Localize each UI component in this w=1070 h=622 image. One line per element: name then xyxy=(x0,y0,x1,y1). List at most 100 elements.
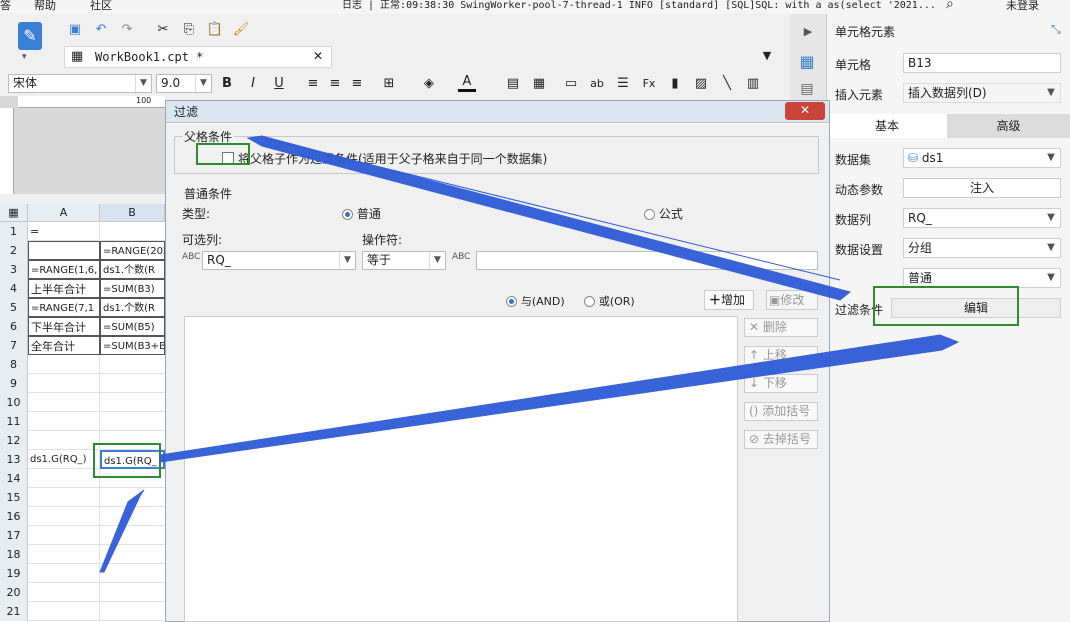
row-number[interactable]: 16 xyxy=(0,507,28,526)
italic-button[interactable]: I xyxy=(244,74,262,92)
border-icon[interactable]: ⊞ xyxy=(380,74,398,92)
remove-paren-button[interactable]: ⊘ 去掉括号 xyxy=(744,430,818,449)
cell-a[interactable] xyxy=(28,583,100,602)
row-number[interactable]: 15 xyxy=(0,488,28,507)
column-type-icon[interactable]: ABC xyxy=(182,252,200,262)
inject-button[interactable]: 注入 xyxy=(903,178,1061,198)
cell-a[interactable]: 全年合计 xyxy=(28,336,100,355)
setting-mode-select[interactable]: 普通 ▼ xyxy=(903,268,1061,288)
cell-b[interactable] xyxy=(100,393,165,412)
cell-a[interactable] xyxy=(28,564,100,583)
cell-b[interactable] xyxy=(100,374,165,393)
format-brush-icon[interactable]: 🖌 xyxy=(232,20,250,38)
cell-a[interactable] xyxy=(28,241,100,260)
delete-button[interactable]: ✕ 删除 xyxy=(744,318,818,337)
cell-a[interactable]: ds1.G(RQ_) xyxy=(28,450,100,469)
text-field-icon[interactable]: ▭ xyxy=(562,74,580,92)
align-right-icon[interactable]: ≡ xyxy=(348,74,366,92)
close-icon[interactable]: ✕ xyxy=(313,49,323,63)
dropdown-arrow-icon[interactable]: ▾ xyxy=(22,52,27,62)
menu-item[interactable]: 答 xyxy=(0,0,11,12)
column-header-b[interactable]: B xyxy=(100,204,165,222)
cell-b[interactable] xyxy=(100,355,165,374)
cell-a[interactable] xyxy=(28,526,100,545)
menu-help[interactable]: 帮助 xyxy=(34,0,56,12)
cell-b[interactable] xyxy=(100,222,165,241)
close-button[interactable]: ✕ xyxy=(785,102,825,120)
row-number[interactable]: 21 xyxy=(0,602,28,621)
row-number[interactable]: 4 xyxy=(0,279,28,298)
cell-a[interactable]: 下半年合计 xyxy=(28,317,100,336)
move-up-button[interactable]: ↑ 上移 xyxy=(744,346,818,365)
value-type-icon[interactable]: ABC xyxy=(452,252,470,262)
paragraph-icon[interactable]: ☰ xyxy=(614,74,632,92)
cell-b[interactable] xyxy=(100,507,165,526)
row-number[interactable]: 9 xyxy=(0,374,28,393)
add-paren-button[interactable]: () 添加括号 xyxy=(744,402,818,421)
corner-cell[interactable]: ▦ xyxy=(0,204,28,222)
dataset-select[interactable]: ⛁ ds1 ▼ xyxy=(903,148,1061,168)
template-icon[interactable]: ✎ xyxy=(18,22,42,50)
cell-b[interactable] xyxy=(100,545,165,564)
font-family-select[interactable]: 宋体 ▼ xyxy=(8,74,152,93)
cell-a[interactable] xyxy=(28,488,100,507)
bold-button[interactable]: B xyxy=(218,74,236,92)
spreadsheet-grid[interactable]: ▦ A B 1 = 2 =RANGE(202 3 =RANGE(1,6, ds1.个数(R 4… xyxy=(0,204,165,622)
cell-a[interactable] xyxy=(28,545,100,564)
sub-report-icon[interactable]: ▥ xyxy=(744,74,762,92)
row-number[interactable]: 17 xyxy=(0,526,28,545)
cell-b[interactable]: =RANGE(202 xyxy=(100,241,165,260)
type-formula-radio[interactable]: 公式 xyxy=(644,205,683,222)
data-column-select[interactable]: RQ_ ▼ xyxy=(903,208,1061,228)
cell-field[interactable]: B13 xyxy=(903,53,1061,73)
cell-a[interactable] xyxy=(28,393,100,412)
row-number[interactable]: 18 xyxy=(0,545,28,564)
tab-menu-icon[interactable]: ▼ xyxy=(758,46,776,64)
formula-icon[interactable]: Fx xyxy=(640,74,658,92)
or-radio[interactable]: 或(OR) xyxy=(584,293,635,309)
underline-button[interactable]: U xyxy=(270,74,288,92)
add-button[interactable]: ＋增加 xyxy=(704,290,754,310)
align-left-icon[interactable]: ≡ xyxy=(304,74,322,92)
cell-b[interactable] xyxy=(100,412,165,431)
column-select[interactable]: RQ_ ▼ xyxy=(202,251,356,270)
cell-a[interactable] xyxy=(28,602,100,621)
row-number[interactable]: 11 xyxy=(0,412,28,431)
chart-icon[interactable]: ▮ xyxy=(666,74,684,92)
redo-icon[interactable]: ↷ xyxy=(118,20,136,38)
image-icon[interactable]: ▨ xyxy=(692,74,710,92)
row-number[interactable]: 12 xyxy=(0,431,28,450)
cell-a[interactable]: 上半年合计 xyxy=(28,279,100,298)
collapse-icon[interactable]: ⤡ xyxy=(1051,22,1061,37)
row-number[interactable]: 3 xyxy=(0,260,28,279)
slash-icon[interactable]: ╲ xyxy=(718,74,736,92)
data-setting-select[interactable]: 分组 ▼ xyxy=(903,238,1061,258)
font-size-select[interactable]: 9.0 ▼ xyxy=(156,74,212,93)
row-number[interactable]: 5 xyxy=(0,298,28,317)
cell-a[interactable] xyxy=(28,412,100,431)
cell-b[interactable]: =SUM(B3+B5 xyxy=(100,336,165,355)
cell-a[interactable] xyxy=(28,374,100,393)
fill-color-icon[interactable]: ◈ xyxy=(420,74,438,92)
row-number[interactable]: 19 xyxy=(0,564,28,583)
column-header-a[interactable]: A xyxy=(28,204,100,222)
cell-a[interactable]: =RANGE(7,1 xyxy=(28,298,100,317)
cell-b[interactable] xyxy=(100,583,165,602)
cell-a[interactable] xyxy=(28,507,100,526)
workbook-tab[interactable]: ▦ WorkBook1.cpt * ✕ xyxy=(64,46,332,68)
cell-b[interactable] xyxy=(100,602,165,621)
login-status[interactable]: 未登录 xyxy=(1006,0,1039,12)
row-number[interactable]: 1 xyxy=(0,222,28,241)
row-number[interactable]: 10 xyxy=(0,393,28,412)
cell-attr-icon[interactable]: ▤ xyxy=(798,80,816,98)
row-number[interactable]: 7 xyxy=(0,336,28,355)
text-icon[interactable]: ab xyxy=(588,74,606,92)
cell-b[interactable]: ds1.个数(R xyxy=(100,260,165,279)
cell-a[interactable] xyxy=(28,469,100,488)
cut-icon[interactable]: ✂ xyxy=(154,20,172,38)
merge-cells-icon[interactable]: ▤ xyxy=(504,74,522,92)
condition-list[interactable] xyxy=(184,316,738,622)
operator-select[interactable]: 等于 ▼ xyxy=(362,251,446,270)
row-number[interactable]: 14 xyxy=(0,469,28,488)
row-number[interactable]: 2 xyxy=(0,241,28,260)
